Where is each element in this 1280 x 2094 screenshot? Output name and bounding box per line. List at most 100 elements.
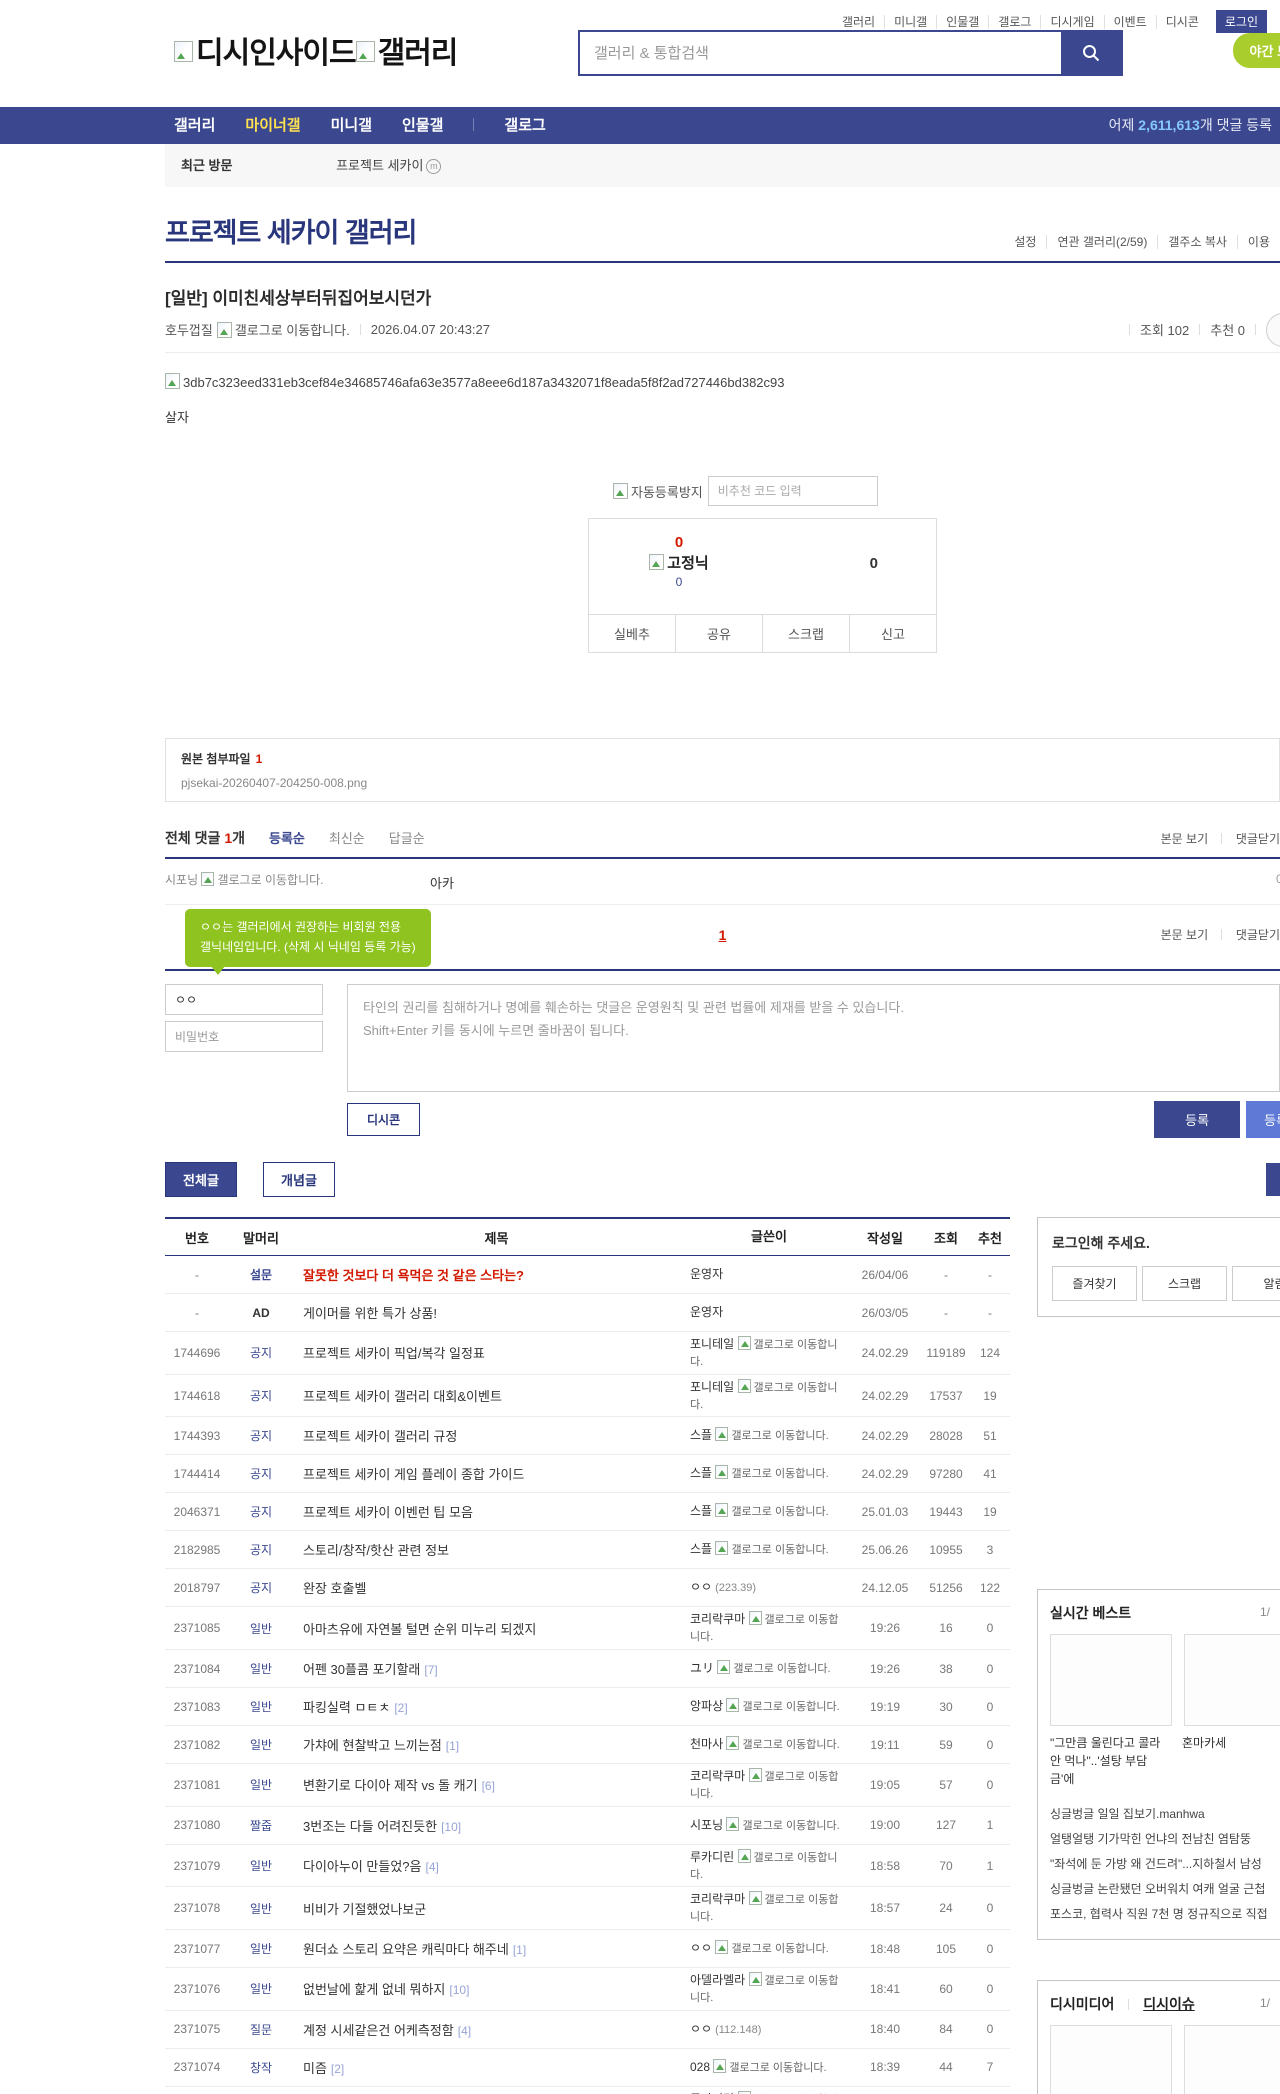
sidebar-button-즐겨찾기[interactable]: 즐겨찾기 (1052, 1266, 1137, 1301)
post-title-cell[interactable]: 스토리/창작/핫산 관련 정보 (293, 1540, 690, 1559)
post-title-link[interactable]: 없번날에 핥게 없네 뭐하지 (303, 1982, 445, 1997)
comment-count-button[interactable] (1266, 312, 1280, 347)
post-title-link[interactable]: 아마츠유에 자연볼 털면 순위 미누리 되겠지 (303, 1622, 536, 1637)
best-caption[interactable]: "그만큼 울린다고 콜라 안 먹나"..'설탕 부담금'에 (1050, 1734, 1170, 1788)
best-link[interactable]: 싱글벙글 일일 집보기.manhwa (1050, 1801, 1280, 1826)
post-title-link[interactable]: 3번조는 다들 어려진듯한 (303, 1819, 437, 1834)
comment-textarea[interactable]: 타인의 권리를 침해하거나 명예를 훼손하는 댓글은 운영원칙 및 관련 법률에… (347, 984, 1280, 1092)
post-title-cell[interactable]: 원더쇼 스토리 요약은 캐릭마다 해주네 [1] (293, 1939, 690, 1958)
sidebar-button-스크랩[interactable]: 스크랩 (1142, 1266, 1227, 1301)
comment-author[interactable]: 시포닝 갤로그로 이동합니다. (165, 872, 430, 892)
login-button[interactable]: 로그인 (1215, 10, 1267, 33)
post-author[interactable]: ユリ 갤로그로 이동합니다. (690, 1660, 848, 1677)
view-post-button[interactable]: 본문 보기 (1161, 928, 1209, 942)
post-title-link[interactable]: 변환기로 다이아 제작 vs 돌 캐기 (303, 1778, 478, 1793)
close-comments-button[interactable]: 댓글닫기 (1236, 928, 1280, 942)
post-author[interactable]: 코리락쿠마 갤로그로 이동합니다. (690, 1891, 848, 1925)
post-author[interactable]: ㅇㅇ 갤로그로 이동합니다. (690, 1940, 848, 1957)
post-author[interactable]: 코리락쿠마 갤로그로 이동합니다. (690, 1768, 848, 1802)
nav-item-갤러리[interactable]: 갤러리 (174, 107, 215, 144)
post-author[interactable]: 호두껍질 (165, 320, 213, 339)
post-title-cell[interactable]: 프로젝트 세카이 갤러리 규정 (293, 1426, 690, 1445)
top-link-미니갤[interactable]: 미니갤 (884, 15, 937, 29)
sort-tab-등록순[interactable]: 등록순 (269, 831, 305, 846)
best-caption[interactable]: 혼마카세 (1182, 1734, 1280, 1788)
night-mode-toggle[interactable]: 야간 모드 (1232, 33, 1280, 68)
site-logo[interactable]: 디시인사이드 갤러리 (174, 28, 458, 72)
post-title-cell[interactable]: 프로젝트 세카이 갤러리 대회&이벤트 (293, 1386, 690, 1405)
post-title-cell[interactable]: 게이머를 위한 특가 상품! (293, 1303, 690, 1322)
top-link-인물갤[interactable]: 인물갤 (936, 15, 989, 29)
post-author[interactable]: 코리락쿠마 갤로그로 이동합니다. (690, 1611, 848, 1645)
post-title-link[interactable]: 프로젝트 세카이 픽업/복각 일정표 (303, 1346, 485, 1361)
post-title-cell[interactable]: 아마츠유에 자연볼 털면 순위 미누리 되겠지 (293, 1619, 690, 1638)
post-title-link[interactable]: 스토리/창작/핫산 관련 정보 (303, 1543, 449, 1558)
post-title-link[interactable]: 완장 호출벨 (303, 1581, 366, 1596)
post-title-link[interactable]: 프로젝트 세카이 갤러리 대회&이벤트 (303, 1389, 502, 1404)
sort-tab-최신순[interactable]: 최신순 (329, 831, 365, 846)
post-author[interactable]: 스플 갤로그로 이동합니다. (690, 1503, 848, 1520)
comment-submit-button-2[interactable]: 등록 (1246, 1101, 1280, 1138)
dcmedia-thumbnail[interactable] (1050, 2025, 1172, 2094)
search-input[interactable] (580, 32, 1061, 74)
best-thumbnail[interactable] (1184, 1634, 1280, 1726)
post-title-link[interactable]: 프로젝트 세카이 게임 플레이 종합 가이드 (303, 1467, 524, 1482)
write-button[interactable] (1266, 1163, 1280, 1196)
post-author[interactable]: 천마사 갤로그로 이동합니다. (690, 1736, 848, 1753)
dcissue-tab[interactable]: 디시이슈 (1143, 1996, 1195, 2012)
post-title-link[interactable]: 어펜 30플콤 포기할래 (303, 1662, 420, 1677)
best-posts-button[interactable]: 개념글 (263, 1162, 335, 1197)
top-link-디시게임[interactable]: 디시게임 (1040, 15, 1104, 29)
post-author[interactable]: 포니테일 갤로그로 이동합니다. (690, 1336, 848, 1370)
post-action-실베추[interactable]: 실베추 (589, 615, 675, 652)
post-title-cell[interactable]: 프로젝트 세카이 이벤런 팁 모음 (293, 1502, 690, 1521)
post-title-cell[interactable]: 변환기로 다이아 제작 vs 돌 캐기 [6] (293, 1775, 690, 1794)
post-author[interactable]: ㅇㅇ (223.39) (690, 1579, 848, 1596)
best-link[interactable]: 싱글벙글 논란됐던 오버워치 여캐 얼굴 근첩 (1050, 1876, 1280, 1901)
post-action-신고[interactable]: 신고 (849, 615, 936, 652)
top-link-갤러리[interactable]: 갤러리 (833, 15, 884, 29)
dcmedia-thumbnail[interactable] (1184, 2025, 1280, 2094)
post-title-link[interactable]: 게이머를 위한 특가 상품! (303, 1306, 437, 1321)
post-action-스크랩[interactable]: 스크랩 (762, 615, 849, 652)
nav-item-미니갤[interactable]: 미니갤 (331, 107, 372, 144)
comment-password-input[interactable] (165, 1021, 323, 1052)
post-author[interactable]: ㅇㅇ (112.148) (690, 2021, 848, 2038)
search-button[interactable] (1061, 32, 1121, 74)
post-author[interactable]: 스플 갤로그로 이동합니다. (690, 1541, 848, 1558)
post-author[interactable]: 앙파상 갤로그로 이동합니다. (690, 1698, 848, 1715)
post-title-link[interactable]: 미즘 (303, 2061, 327, 2076)
post-title-link[interactable]: 다이아누이 만들었?음 (303, 1859, 421, 1874)
gallery-menu-설정[interactable]: 설정 (1004, 235, 1046, 249)
post-title-cell[interactable]: 잘못한 것보다 더 욕먹은 것 같은 스타는? (293, 1265, 690, 1284)
post-author[interactable]: 스플 갤로그로 이동합니다. (690, 1465, 848, 1482)
comment-nickname-input[interactable] (165, 984, 323, 1015)
post-title-cell[interactable]: 비비가 기절했었나보군 (293, 1899, 690, 1918)
post-title-cell[interactable]: 파킹실력 ㅁㅌㅊ [2] (293, 1697, 690, 1716)
post-title-cell[interactable]: 계정 시세같은건 어케측정함 [4] (293, 2020, 690, 2039)
best-link[interactable]: 얼탱얼탱 기가막힌 언냐의 전남친 염탐뚱 (1050, 1826, 1280, 1851)
post-author[interactable]: 스플 갤로그로 이동합니다. (690, 1427, 848, 1444)
close-comments-button[interactable]: 댓글닫기 (1236, 832, 1280, 846)
nav-item-갤로그[interactable]: 갤로그 (504, 107, 545, 144)
post-title-cell[interactable]: 프로젝트 세카이 게임 플레이 종합 가이드 (293, 1464, 690, 1483)
post-title-link[interactable]: 비비가 기절했었나보군 (303, 1902, 426, 1917)
post-title-cell[interactable]: 프로젝트 세카이 픽업/복각 일정표 (293, 1343, 690, 1362)
post-action-공유[interactable]: 공유 (675, 615, 762, 652)
gallery-title[interactable]: 프로젝트 세카이 갤러리 (165, 211, 417, 250)
post-author[interactable]: 포니테일 갤로그로 이동합니다. (690, 1378, 848, 1413)
best-link[interactable]: 포스코, 협력사 직원 7천 명 정규직으로 직접 (1050, 1901, 1280, 1926)
post-title-cell[interactable]: 가챠에 현찰박고 느끼는점 [1] (293, 1735, 690, 1754)
sort-tab-답글순[interactable]: 답글순 (389, 831, 425, 846)
nav-item-인물갤[interactable]: 인물갤 (402, 107, 443, 144)
top-link-갤로그[interactable]: 갤로그 (988, 15, 1041, 29)
view-post-button[interactable]: 본문 보기 (1161, 832, 1209, 846)
gallery-menu-이용[interactable]: 이용 (1236, 235, 1280, 249)
nav-item-마이너갤[interactable]: 마이너갤 (245, 107, 300, 144)
post-title-cell[interactable]: 완장 호출벨 (293, 1578, 690, 1597)
top-link-디시콘[interactable]: 디시콘 (1155, 15, 1208, 29)
post-author[interactable]: 루카디린 갤로그로 이동합니다. (690, 1848, 848, 1883)
gallery-menu-갤주소 복사[interactable]: 갤주소 복사 (1157, 235, 1237, 249)
dccon-button[interactable]: 디시콘 (347, 1103, 421, 1136)
post-author[interactable]: 운영자 (690, 1304, 848, 1320)
